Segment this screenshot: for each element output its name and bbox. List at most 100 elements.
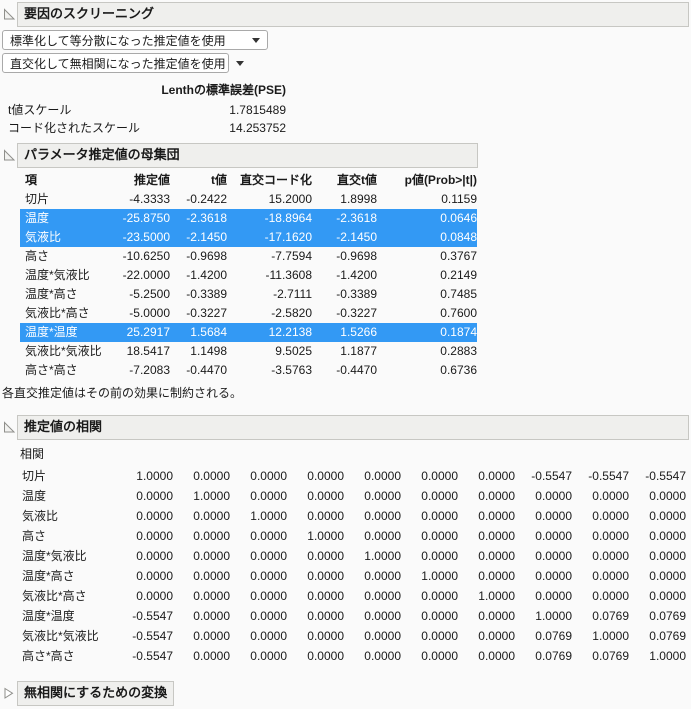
param-table-row[interactable]: 温度 -25.8750 -2.3618 -18.8964 -2.3618 0.0646: [20, 209, 477, 228]
param-value-cell: -0.9698: [186, 249, 227, 263]
param-value-cell: -0.4470: [336, 363, 377, 377]
corr-value-cell: 0.0000: [592, 509, 629, 523]
corr-term-cell: 気液比: [22, 509, 59, 523]
param-table-body: 切片 -4.3333 -0.2422 15.2000 1.8998 0.1159 温度 -25…: [20, 190, 477, 380]
param-value-cell: 0.0646: [440, 211, 477, 225]
corr-value-cell: 0.0000: [364, 469, 401, 483]
corr-value-cell: 0.0000: [649, 549, 686, 563]
corr-term-cell: 気液比*高さ: [22, 589, 87, 603]
corr-value-cell: 0.0000: [478, 509, 515, 523]
section-title: パラメータ推定値の母集団: [24, 147, 180, 162]
corr-value-cell: 0.0000: [364, 489, 401, 503]
param-value-cell: -0.3389: [336, 287, 377, 301]
corr-value-cell: 0.0000: [193, 589, 230, 603]
lenth-pse-block: Lenthの標準誤差(PSE) t値スケール 1.7815489 コード化されたスケ…: [0, 79, 288, 137]
section-header-uncorrelate-transform[interactable]: 無相関にするための変換: [17, 681, 175, 706]
corr-value-cell: 0.0000: [307, 469, 344, 483]
section-header-parameter-estimates[interactable]: パラメータ推定値の母集団: [17, 143, 478, 168]
orthogonalized-estimates-dropdown[interactable]: 直交化して無相関になった推定値を使用: [2, 53, 244, 73]
corr-value-cell: 0.0000: [535, 509, 572, 523]
corr-value-cell: 0.0000: [478, 529, 515, 543]
param-value-cell: 1.8998: [340, 192, 377, 206]
corr-value-cell: 0.0000: [250, 649, 287, 663]
param-value-cell: -0.3389: [186, 287, 227, 301]
standardized-estimates-dropdown[interactable]: 標準化して等分散になった推定値を使用: [2, 30, 268, 50]
corr-value-cell: 0.0000: [193, 509, 230, 523]
corr-table-row: 温度 0.0000 1.0000 0.0000 0.0000 0.0000 0.0000 0.…: [20, 486, 690, 506]
param-term-cell: 温度: [25, 211, 50, 225]
param-table-row[interactable]: 温度*温度 25.2917 1.5684 12.2138 1.5266 0.1874: [20, 323, 477, 342]
param-term-cell: 高さ: [25, 249, 50, 263]
param-value-cell: -23.5000: [122, 230, 170, 244]
corr-value-cell: 0.0000: [421, 489, 458, 503]
param-table-row[interactable]: 高さ -10.6250 -0.9698 -7.7594 -0.9698 0.3767: [20, 247, 477, 266]
corr-value-cell: -0.5547: [588, 469, 629, 483]
param-value-cell: -25.8750: [122, 211, 170, 225]
param-value-cell: 1.5684: [190, 325, 227, 339]
corr-value-cell: 0.0000: [193, 609, 230, 623]
chevron-down-icon: [252, 37, 260, 43]
param-value-cell: 25.2917: [126, 325, 170, 339]
param-value-cell: 0.2883: [440, 344, 477, 358]
pse-row: コード化されたスケール 14.253752: [0, 119, 288, 137]
corr-term-cell: 高さ*高さ: [22, 649, 75, 663]
corr-table-body: 切片 1.0000 0.0000 0.0000 0.0000 0.0000 0.0000 0.…: [20, 466, 690, 666]
corr-value-cell: -0.5547: [132, 629, 173, 643]
param-table-row[interactable]: 切片 -4.3333 -0.2422 15.2000 1.8998 0.1159: [20, 190, 477, 209]
parameter-estimates-table: 項 推定値 t値 直交コード化 直交t値 p値(Prob>|t|) 切片 -4.3…: [20, 170, 477, 380]
corr-value-cell: 0.0000: [478, 489, 515, 503]
corr-value-cell: 0.0000: [307, 549, 344, 563]
corr-value-cell: 0.0000: [592, 589, 629, 603]
pse-label: コード化されたスケール: [8, 121, 141, 135]
corr-value-cell: 0.0000: [535, 489, 572, 503]
corr-value-cell: 0.0000: [250, 529, 287, 543]
disclosure-open-icon[interactable]: [3, 2, 17, 21]
corr-value-cell: 0.0000: [535, 569, 572, 583]
param-value-cell: -7.7594: [271, 249, 312, 263]
corr-value-cell: 0.0000: [535, 529, 572, 543]
corr-value-cell: 0.0000: [478, 649, 515, 663]
param-value-cell: -0.2422: [186, 192, 227, 206]
corr-value-cell: 0.0000: [307, 609, 344, 623]
param-table-row[interactable]: 温度*高さ -5.2500 -0.3389 -2.7111 -0.3389 0.7485: [20, 285, 477, 304]
param-table-row[interactable]: 温度*気液比 -22.0000 -1.4200 -11.3608 -1.4200 0.21…: [20, 266, 477, 285]
pse-label: t値スケール: [8, 103, 72, 117]
corr-value-cell: 0.0769: [649, 609, 686, 623]
corr-table-row: 高さ 0.0000 0.0000 0.0000 1.0000 0.0000 0.0000 0.…: [20, 526, 690, 546]
param-value-cell: 1.5266: [340, 325, 377, 339]
corr-value-cell: 0.0000: [364, 509, 401, 523]
param-term-cell: 気液比*気液比: [25, 344, 102, 358]
corr-value-cell: 0.0000: [307, 649, 344, 663]
corr-value-cell: -0.5547: [132, 649, 173, 663]
param-value-cell: -5.0000: [129, 306, 170, 320]
corr-value-cell: 0.0000: [193, 529, 230, 543]
dropdown-selected-value: 直交化して無相関になった推定値を使用: [10, 56, 226, 71]
corr-table-row: 気液比*気液比 -0.5547 0.0000 0.0000 0.0000 0.0000 0.…: [20, 626, 690, 646]
param-table-row[interactable]: 気液比*気液比 18.5417 1.1498 9.5025 1.1877 0.2883: [20, 342, 477, 361]
corr-value-cell: 0.0769: [535, 629, 572, 643]
column-header-estimate: 推定値: [133, 173, 170, 187]
param-value-cell: 0.6736: [440, 363, 477, 377]
param-value-cell: -0.3227: [336, 306, 377, 320]
disclosure-open-icon[interactable]: [3, 143, 17, 162]
section-header-factor-screening[interactable]: 要因のスクリーニング: [17, 2, 689, 27]
param-value-cell: -2.5820: [271, 306, 312, 320]
corr-value-cell: 0.0000: [364, 529, 401, 543]
corr-value-cell: 0.0000: [136, 529, 173, 543]
param-value-cell: 0.7600: [440, 306, 477, 320]
chevron-down-icon: [235, 60, 244, 66]
param-value-cell: -11.3608: [265, 268, 312, 282]
corr-table-row: 温度*高さ 0.0000 0.0000 0.0000 0.0000 0.0000 1.000…: [20, 566, 690, 586]
param-table-row[interactable]: 気液比*高さ -5.0000 -0.3227 -2.5820 -0.3227 0.7600: [20, 304, 477, 323]
param-table-row[interactable]: 高さ*高さ -7.2083 -0.4470 -3.5763 -0.4470 0.6736: [20, 361, 477, 380]
disclosure-open-icon[interactable]: [3, 415, 17, 434]
param-table-row[interactable]: 気液比 -23.5000 -2.1450 -17.1620 -2.1450 0.0848: [20, 228, 477, 247]
column-header-pvalue: p値(Prob>|t|): [404, 173, 477, 187]
corr-value-cell: 0.0000: [193, 549, 230, 563]
corr-value-cell: 0.0000: [535, 549, 572, 563]
section-header-correlation[interactable]: 推定値の相関: [17, 415, 689, 440]
disclosure-closed-icon[interactable]: [3, 681, 17, 700]
corr-table-row: 気液比*高さ 0.0000 0.0000 0.0000 0.0000 0.0000 0.00…: [20, 586, 690, 606]
param-value-cell: -2.3618: [336, 211, 377, 225]
corr-value-cell: 0.0000: [649, 529, 686, 543]
